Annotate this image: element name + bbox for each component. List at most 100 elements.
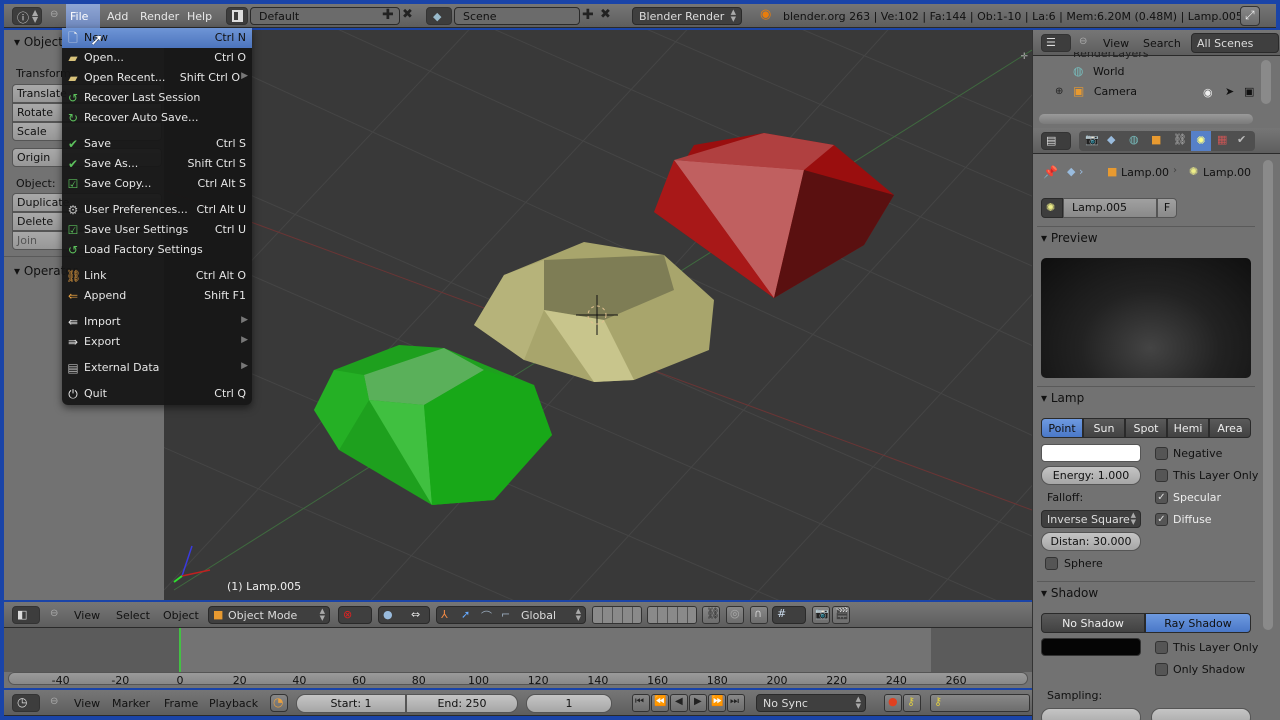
distance-field[interactable]: Distan: 30.000: [1041, 532, 1141, 551]
collapse-menu-icon[interactable]: ⊖: [50, 696, 58, 707]
renderable-camera-icon[interactable]: ▣: [1244, 85, 1254, 98]
tab-object[interactable]: ■: [1151, 133, 1161, 146]
jump-keyframe-forward-button[interactable]: ⏩: [708, 694, 726, 712]
editor-type-button[interactable]: ◷: [12, 694, 40, 712]
snap-element-select[interactable]: #: [772, 606, 806, 624]
only-shadow-checkbox[interactable]: [1155, 663, 1168, 676]
visibility-eye-icon[interactable]: ◉: [1203, 86, 1213, 99]
menu-item-user-preferences[interactable]: ⚙ User Preferences... Ctrl Alt U: [62, 200, 252, 220]
outliner-menu-view[interactable]: View: [1103, 37, 1129, 50]
timeline-menu-frame[interactable]: Frame: [164, 697, 198, 710]
menu-item-export[interactable]: ⇛ Export ▶: [62, 332, 252, 352]
diffuse-checkbox[interactable]: ✓: [1155, 513, 1168, 526]
tab-world[interactable]: ◍: [1129, 133, 1139, 146]
preview-panel-header[interactable]: ▾ Preview: [1041, 231, 1253, 245]
mode-select[interactable]: ■ Object Mode ▲ ▼: [208, 606, 330, 624]
tab-texture[interactable]: ▦: [1217, 133, 1227, 146]
editor-type-button[interactable]: ☰: [1041, 34, 1071, 52]
menu-item-append[interactable]: ⇐ Append Shift F1: [62, 286, 252, 306]
proportional-edit-button[interactable]: ◎: [726, 606, 744, 624]
selectable-cursor-icon[interactable]: ➤: [1225, 85, 1234, 98]
this-layer-only-checkbox[interactable]: [1155, 469, 1168, 482]
tab-scene[interactable]: ◆: [1107, 133, 1115, 146]
play-button[interactable]: ▶: [689, 694, 707, 712]
fullscreen-button[interactable]: ⤢: [1240, 6, 1260, 26]
delete-layout-icon[interactable]: ✖: [402, 7, 413, 22]
lamp-datablock-name[interactable]: Lamp.005: [1063, 198, 1157, 218]
shadow-panel-header[interactable]: ▾ Shadow: [1041, 586, 1253, 600]
collapse-menu-icon[interactable]: ⊖: [50, 608, 58, 619]
preview-range-button[interactable]: ◔: [270, 694, 288, 712]
menu-item-quit[interactable]: ⏻ Quit Ctrl Q: [62, 384, 252, 404]
lamp-type-sun[interactable]: Sun: [1083, 418, 1125, 438]
pivot-select[interactable]: ● ⇔: [378, 606, 430, 624]
add-layout-icon[interactable]: ✚: [382, 7, 394, 23]
sync-select[interactable]: No Sync ▲ ▼: [756, 694, 866, 712]
editor-type-button[interactable]: ◧: [12, 606, 40, 624]
play-reverse-button[interactable]: ◀: [670, 694, 688, 712]
fake-user-button[interactable]: F: [1157, 198, 1177, 218]
outliner-item-camera[interactable]: ▣ Camera: [1073, 84, 1137, 102]
shadow-color-swatch[interactable]: [1041, 638, 1141, 656]
end-frame-field[interactable]: End: 250: [406, 694, 518, 713]
menu-item-open-recent[interactable]: ▰ Open Recent... Shift Ctrl O ▶: [62, 68, 252, 88]
menu-item-link[interactable]: ⛓ Link Ctrl Alt O: [62, 266, 252, 286]
viewport-menu-object[interactable]: Object: [163, 609, 199, 622]
timeline-menu-playback[interactable]: Playback: [209, 697, 258, 710]
timeline-menu-marker[interactable]: Marker: [112, 697, 150, 710]
auto-keying-button[interactable]: ●: [884, 694, 902, 712]
delete-scene-icon[interactable]: ✖: [600, 7, 611, 22]
manipulator-toggle-icon[interactable]: ⇔: [411, 608, 420, 621]
manipulator-group[interactable]: ⅄ ➚ ⌒ ⌐ Global ▲ ▼: [436, 606, 586, 624]
menu-item-save-copy[interactable]: ☑ Save Copy... Ctrl Alt S: [62, 174, 252, 194]
shadow-type-none[interactable]: No Shadow: [1041, 613, 1145, 633]
energy-field[interactable]: Energy: 1.000: [1041, 466, 1141, 485]
menu-item-save-user-settings[interactable]: ☑ Save User Settings Ctrl U: [62, 220, 252, 240]
timeline-menu-view[interactable]: View: [74, 697, 100, 710]
menu-help[interactable]: Help: [187, 10, 212, 23]
snap-toggle-button[interactable]: ∩: [750, 606, 768, 624]
outliner-item-world[interactable]: ◍ World: [1073, 64, 1125, 82]
tab-physics[interactable]: ✔: [1237, 133, 1246, 146]
outliner-item-renderlayers[interactable]: RenderLayers: [1073, 52, 1223, 60]
soft-size-field[interactable]: [1151, 708, 1251, 720]
menu-item-recover-auto-save[interactable]: ↻ Recover Auto Save...: [62, 108, 252, 128]
lock-layer-button[interactable]: ⛓: [702, 606, 720, 624]
outliner-filter-select[interactable]: All Scenes: [1191, 33, 1279, 53]
jump-keyframe-back-button[interactable]: ⏪: [651, 694, 669, 712]
lamp-type-area[interactable]: Area: [1209, 418, 1251, 438]
scene-icon-button[interactable]: ◆: [426, 7, 452, 25]
menu-item-external-data[interactable]: ▤ External Data ▶: [62, 358, 252, 378]
screen-layout-icon-button[interactable]: [226, 7, 248, 25]
menu-item-save-as[interactable]: ✔ Save As... Shift Ctrl S: [62, 154, 252, 174]
lamp-type-hemi[interactable]: Hemi: [1167, 418, 1209, 438]
expand-icon[interactable]: ⊕: [1055, 86, 1063, 97]
screen-layout-field[interactable]: Default: [250, 7, 400, 25]
sphere-checkbox[interactable]: [1045, 557, 1058, 570]
add-scene-icon[interactable]: ✚: [582, 7, 594, 23]
scale-handle-icon[interactable]: ⌐: [501, 608, 510, 621]
properties-scrollbar[interactable]: [1263, 160, 1273, 630]
menu-add[interactable]: Add: [107, 10, 128, 23]
current-frame-field[interactable]: 1: [526, 694, 612, 713]
outliner-vscrollbar[interactable]: [1261, 60, 1271, 104]
timeline-scrollbar[interactable]: [8, 672, 1028, 685]
shadow-type-ray[interactable]: Ray Shadow: [1145, 613, 1251, 633]
lamp-type-point[interactable]: Point: [1041, 418, 1083, 438]
jump-end-button[interactable]: ⏭: [727, 694, 745, 712]
lamp-datablock-selector[interactable]: ✺: [1041, 198, 1063, 218]
lamp-color-swatch[interactable]: [1041, 444, 1141, 462]
scale-manipulator-icon[interactable]: ⌒: [481, 608, 492, 624]
viewport-menu-view[interactable]: View: [74, 609, 100, 622]
editor-type-button[interactable]: ▤: [1041, 132, 1071, 150]
menu-render[interactable]: Render: [140, 10, 179, 23]
menu-item-open[interactable]: ▰ Open... Ctrl O: [62, 48, 252, 68]
start-frame-field[interactable]: Start: 1: [296, 694, 406, 713]
viewport-corner-widget[interactable]: ✛: [1020, 52, 1028, 62]
render-opengl-button[interactable]: 📷: [812, 606, 830, 624]
lamp-panel-header[interactable]: ▾ Lamp: [1041, 391, 1253, 405]
timeline-area[interactable]: [4, 628, 1036, 688]
menu-item-import[interactable]: ⇚ Import ▶: [62, 312, 252, 332]
falloff-select[interactable]: Inverse Square ▲ ▼: [1041, 510, 1141, 528]
keying-set-field[interactable]: ⚷: [930, 694, 1030, 712]
